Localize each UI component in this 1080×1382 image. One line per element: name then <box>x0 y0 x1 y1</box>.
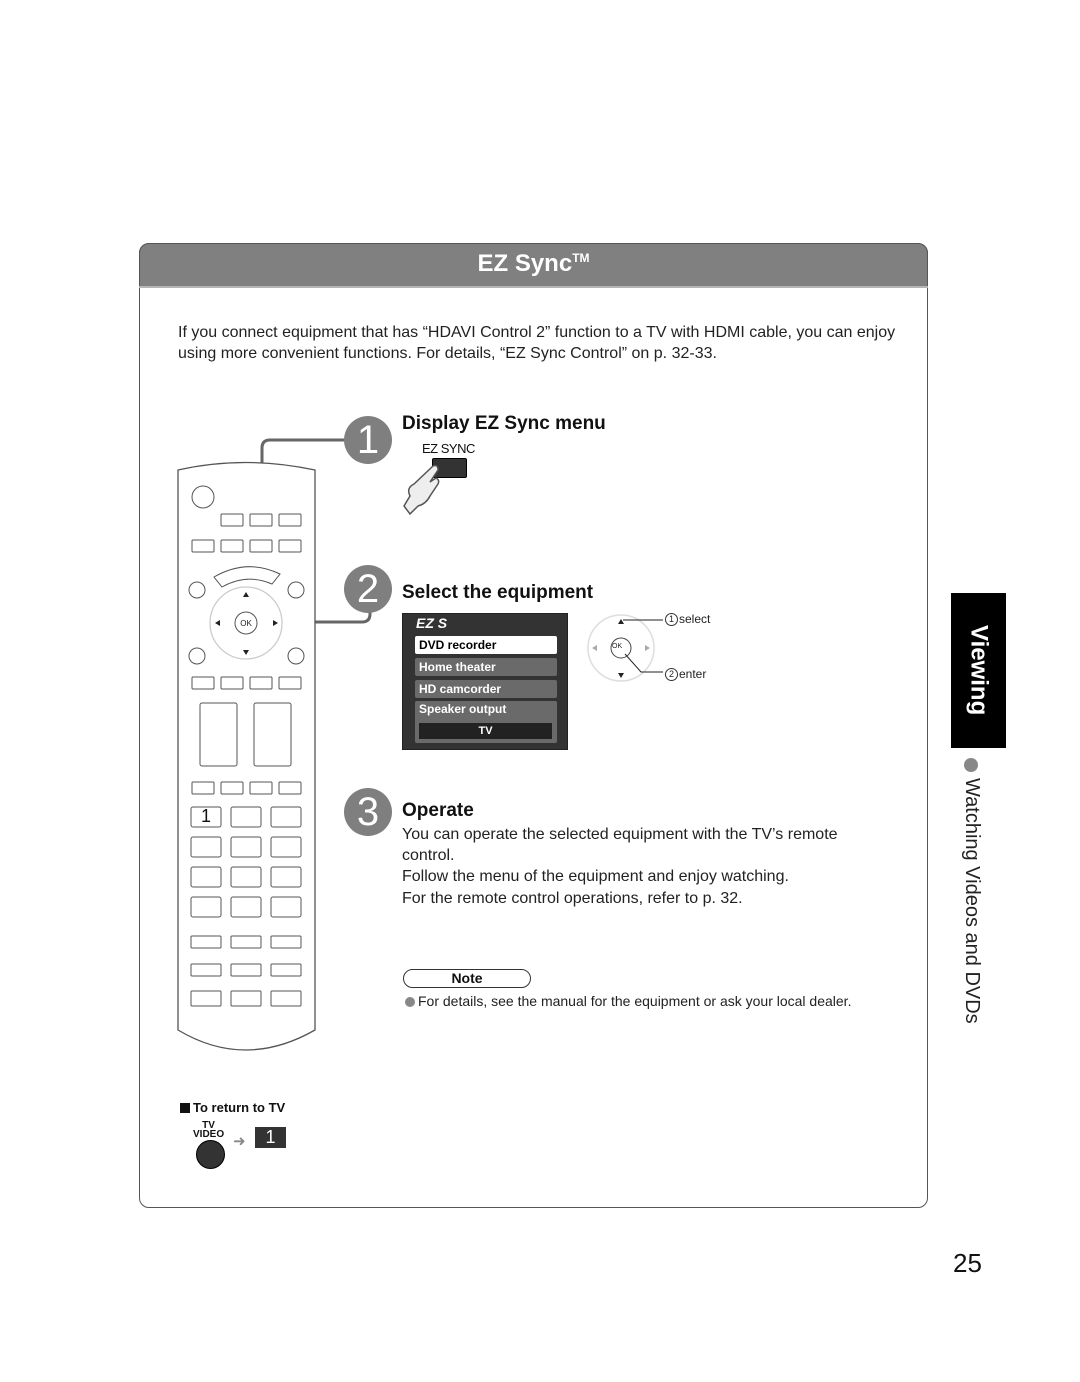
remote-control-illustration: OK <box>177 438 372 1051</box>
return-to-tv-heading: To return to TV <box>180 1100 285 1115</box>
step-3-title: Operate <box>402 800 474 821</box>
arrow-right-icon: ➜ <box>233 1133 246 1150</box>
section-tab-label: Viewing <box>951 593 1006 748</box>
tv-video-button[interactable] <box>196 1140 225 1169</box>
step-3-line-1: You can operate the selected equipment w… <box>402 826 838 864</box>
step-2-number: 2 <box>344 565 392 613</box>
svg-text:OK: OK <box>240 619 252 628</box>
dpad-ok-label: OK <box>612 643 623 650</box>
ez-sync-button-label: EZ SYNC <box>422 441 475 456</box>
remote-key-1-label: 1 <box>200 806 211 826</box>
note-text-content: For details, see the manual for the equi… <box>418 993 852 1009</box>
note-badge: Note <box>403 969 531 988</box>
select-step-num: 1 <box>665 613 678 626</box>
square-bullet-icon <box>180 1103 190 1113</box>
page-number: 25 <box>953 1248 982 1278</box>
step-3-line-2: Follow the menu of the equipment and enj… <box>402 868 789 885</box>
ez-sync-menu-logo: EZ S <box>416 615 448 631</box>
section-tab-text: Viewing <box>965 625 993 716</box>
intro-paragraph: If you connect equipment that has “HDAVI… <box>178 324 896 362</box>
tv-video-label: TV VIDEO <box>193 1121 225 1140</box>
menu-item-dvd-recorder[interactable]: DVD recorder <box>415 636 557 654</box>
speaker-output-label: Speaker output <box>419 702 507 716</box>
remote-number-keys <box>190 806 302 1007</box>
pointing-hand-icon <box>403 464 440 516</box>
panel-header-divider <box>139 286 928 288</box>
title-text: EZ Sync <box>477 250 573 277</box>
section-subtitle-text: Watching Videos and DVDs <box>961 778 983 1024</box>
menu-item-home-theater[interactable]: Home theater <box>415 658 557 676</box>
video-label: VIDEO <box>193 1129 225 1140</box>
step-2-title: Select the equipment <box>402 582 594 603</box>
note-text: For details, see the manual for the equi… <box>405 993 851 1009</box>
step-1-number: 1 <box>344 416 392 464</box>
bullet-dot <box>405 997 415 1007</box>
dpad-diagram <box>587 614 663 682</box>
enter-hint: 2 enter <box>665 667 706 681</box>
select-label: select <box>679 612 711 626</box>
return-to-tv-label: To return to TV <box>193 1100 286 1115</box>
step-1-title: Display EZ Sync menu <box>402 413 606 434</box>
step-3-line-3: For the remote control operations, refer… <box>402 890 743 907</box>
section-subtitle: Watching Videos and DVDs <box>960 758 983 1024</box>
enter-label: enter <box>679 667 707 681</box>
enter-step-num: 2 <box>665 668 678 681</box>
menu-item-hd-camcorder[interactable]: HD camcorder <box>415 680 557 698</box>
bullet-dot <box>964 758 978 772</box>
page-title: EZ SyncTM <box>139 250 928 278</box>
key-1-button[interactable]: 1 <box>255 1127 286 1148</box>
select-hint: 1 select <box>665 612 710 626</box>
remote-power-button <box>191 485 215 509</box>
trademark: TM <box>572 251 590 265</box>
step-3-number: 3 <box>344 788 392 836</box>
speaker-output-value[interactable]: TV <box>419 723 552 739</box>
